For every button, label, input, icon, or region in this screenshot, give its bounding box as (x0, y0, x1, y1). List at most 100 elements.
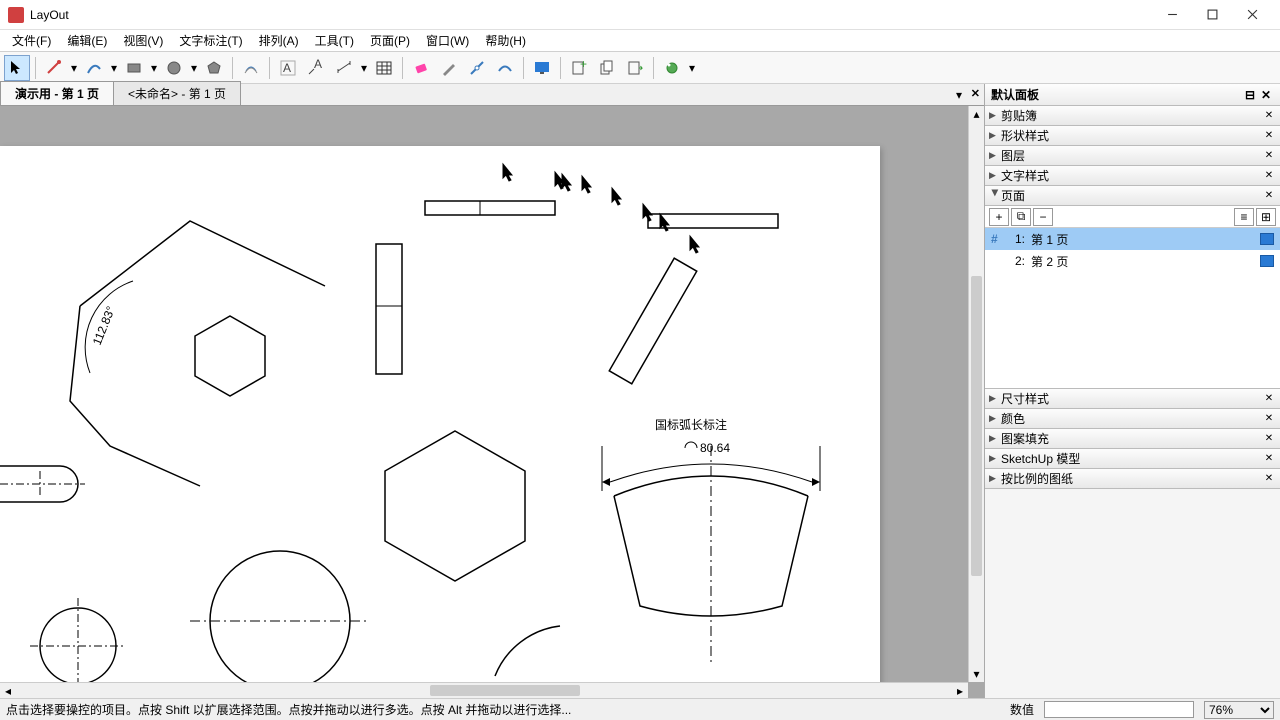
vertical-scrollbar[interactable]: ▴ ▾ (968, 106, 984, 682)
dimension-tool[interactable] (331, 55, 357, 81)
split-tool[interactable] (464, 55, 490, 81)
page-presentation-icon[interactable] (1260, 233, 1274, 245)
panel-sketchup-model[interactable]: ▶SketchUp 模型✕ (985, 449, 1280, 469)
window-title: LayOut (30, 8, 1152, 22)
separator (523, 57, 524, 79)
table-tool[interactable] (371, 55, 397, 81)
scroll-down-icon[interactable]: ▾ (969, 666, 984, 682)
menu-tools[interactable]: 工具(T) (307, 30, 362, 51)
presentation-tool[interactable] (529, 55, 555, 81)
menu-help[interactable]: 帮助(H) (477, 30, 534, 51)
select-tool[interactable] (4, 55, 30, 81)
eraser-tool[interactable] (408, 55, 434, 81)
join-tool[interactable] (492, 55, 518, 81)
svg-text:+: + (580, 59, 587, 71)
document-tabs: 演示用 - 第 1 页 <未命名> - 第 1 页 ▾ ✕ (0, 84, 984, 106)
dimension-tool-dropdown[interactable]: ▾ (359, 61, 369, 75)
tray-close-icon[interactable]: ✕ (1258, 88, 1274, 102)
page-grid-view-button[interactable]: ⊞ (1256, 208, 1276, 226)
page-list-item[interactable]: # 1: 第 1 页 (985, 228, 1280, 250)
drawing-paper[interactable]: 112.83° (0, 146, 880, 698)
menu-text[interactable]: 文字标注(T) (171, 30, 250, 51)
page-duplicate-button[interactable]: ⧉ (1011, 208, 1031, 226)
tab-active[interactable]: 演示用 - 第 1 页 (0, 81, 114, 105)
panel-close-icon[interactable]: ✕ (1262, 130, 1276, 141)
separator (402, 57, 403, 79)
menu-arrange[interactable]: 排列(A) (251, 30, 307, 51)
rectangle-tool-dropdown[interactable]: ▾ (149, 61, 159, 75)
page-presentation-icon[interactable] (1260, 255, 1274, 267)
page-add-button[interactable]: + (989, 208, 1009, 226)
panel-color[interactable]: ▶颜色✕ (985, 409, 1280, 429)
scroll-left-icon[interactable]: ◂ (0, 683, 16, 698)
app-icon (8, 7, 24, 23)
line-tool[interactable] (41, 55, 67, 81)
text-tool[interactable]: A (275, 55, 301, 81)
add-page-button[interactable]: + (566, 55, 592, 81)
zoom-select[interactable]: 76% (1204, 701, 1274, 719)
menu-page[interactable]: 页面(P) (362, 30, 418, 51)
scroll-up-icon[interactable]: ▴ (969, 106, 984, 122)
duplicate-page-button[interactable] (594, 55, 620, 81)
panel-close-icon[interactable]: ✕ (1262, 413, 1276, 424)
menu-view[interactable]: 视图(V) (115, 30, 171, 51)
horizontal-scrollbar[interactable]: ◂ ▸ (0, 682, 968, 698)
tabs-dropdown[interactable]: ▾ (956, 88, 962, 102)
polygon-tool[interactable] (201, 55, 227, 81)
menu-edit[interactable]: 编辑(E) (59, 30, 115, 51)
value-input[interactable] (1044, 701, 1194, 718)
scroll-thumb-v[interactable] (971, 276, 982, 576)
scroll-right-icon[interactable]: ▸ (952, 683, 968, 698)
panel-pattern-fill[interactable]: ▶图案填充✕ (985, 429, 1280, 449)
page-index: 1: (1009, 232, 1025, 246)
panel-close-icon[interactable]: ✕ (1262, 473, 1276, 484)
style-tool[interactable] (436, 55, 462, 81)
layers-visibility-button[interactable] (659, 55, 685, 81)
panel-close-icon[interactable]: ✕ (1262, 170, 1276, 181)
page-list-item[interactable]: 2: 第 2 页 (985, 250, 1280, 272)
panel-close-icon[interactable]: ✕ (1262, 453, 1276, 464)
maximize-button[interactable] (1192, 1, 1232, 29)
pin-icon[interactable]: ⊟ (1242, 88, 1258, 102)
arc-tool-dropdown[interactable]: ▾ (109, 61, 119, 75)
scroll-thumb-h[interactable] (430, 685, 580, 696)
tray-empty-area (985, 489, 1280, 698)
tabs-close-icon[interactable]: ✕ (971, 87, 980, 100)
rectangle-tool[interactable] (121, 55, 147, 81)
circle-tool-dropdown[interactable]: ▾ (189, 61, 199, 75)
value-label: 数值 (1010, 701, 1034, 718)
separator (35, 57, 36, 79)
panel-pages[interactable]: ▶页面✕ (985, 186, 1280, 206)
previous-button[interactable] (622, 55, 648, 81)
panel-close-icon[interactable]: ✕ (1262, 150, 1276, 161)
panel-layers[interactable]: ▶图层✕ (985, 146, 1280, 166)
close-button[interactable] (1232, 1, 1272, 29)
circle-tool[interactable] (161, 55, 187, 81)
tray-title-text: 默认面板 (991, 86, 1039, 103)
page-remove-button[interactable]: − (1033, 208, 1053, 226)
panel-shape-style[interactable]: ▶形状样式✕ (985, 126, 1280, 146)
tab-inactive[interactable]: <未命名> - 第 1 页 (113, 81, 241, 105)
canvas-area[interactable]: 112.83° (0, 106, 984, 698)
offset-tool[interactable] (238, 55, 264, 81)
page-current-icon: # (991, 232, 1003, 246)
panel-close-icon[interactable]: ✕ (1262, 393, 1276, 404)
default-tray-panel: 默认面板 ⊟ ✕ ▶剪贴簿✕ ▶形状样式✕ ▶图层✕ ▶文字样式✕ ▶页面✕ +… (984, 84, 1280, 698)
panel-close-icon[interactable]: ✕ (1262, 433, 1276, 444)
panel-scrapbook[interactable]: ▶剪贴簿✕ (985, 106, 1280, 126)
layers-visibility-dropdown[interactable]: ▾ (687, 61, 697, 75)
menu-window[interactable]: 窗口(W) (418, 30, 477, 51)
arc-tool[interactable] (81, 55, 107, 81)
page-list-view-button[interactable]: ≡ (1234, 208, 1254, 226)
label-tool[interactable]: A (303, 55, 329, 81)
menu-file[interactable]: 文件(F) (4, 30, 59, 51)
panel-scaled-drawing[interactable]: ▶按比例的图纸✕ (985, 469, 1280, 489)
panel-close-icon[interactable]: ✕ (1262, 190, 1276, 201)
line-tool-dropdown[interactable]: ▾ (69, 61, 79, 75)
panel-close-icon[interactable]: ✕ (1262, 110, 1276, 121)
panel-text-style[interactable]: ▶文字样式✕ (985, 166, 1280, 186)
panel-dimension-style[interactable]: ▶尺寸样式✕ (985, 389, 1280, 409)
minimize-button[interactable] (1152, 1, 1192, 29)
tray-titlebar: 默认面板 ⊟ ✕ (985, 84, 1280, 106)
arc-dimension-value: 80.64 (700, 441, 730, 455)
